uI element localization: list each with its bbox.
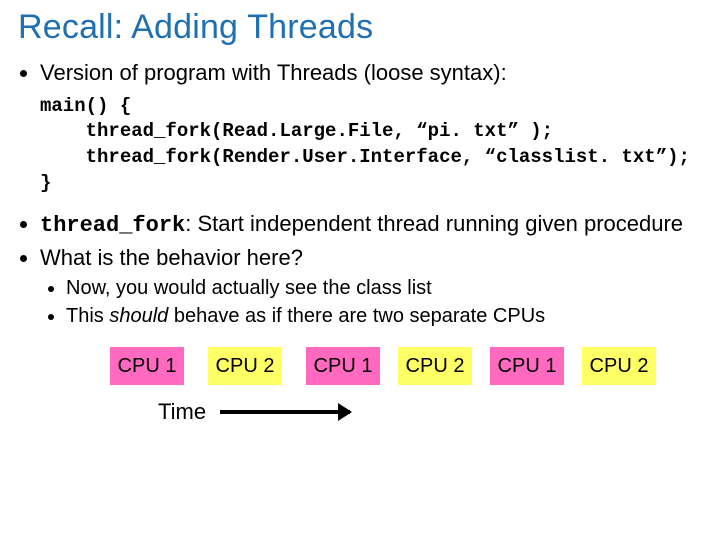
- code-line-1: main() {: [40, 95, 131, 117]
- cpu1-box: CPU 1: [110, 347, 184, 385]
- slide: Recall: Adding Threads Version of progra…: [0, 0, 720, 540]
- arrow-right-icon: [220, 410, 350, 414]
- bullet-list-mid: thread_fork: Start independent thread ru…: [18, 210, 702, 271]
- cpu2-box: CPU 2: [398, 347, 472, 385]
- code-line-3: thread_fork(Render.User.Interface, “clas…: [40, 146, 690, 168]
- code-block: main() { thread_fork(Read.Large.File, “p…: [40, 94, 702, 197]
- bullet-behavior-q: What is the behavior here?: [40, 244, 702, 272]
- cpu2-box: CPU 2: [208, 347, 282, 385]
- gap: [472, 347, 490, 385]
- threadfork-rest: : Start independent thread running given…: [185, 211, 683, 236]
- time-label: Time: [158, 399, 206, 425]
- sub-should-em: should: [109, 305, 168, 327]
- code-line-4: }: [40, 172, 51, 194]
- slide-title: Recall: Adding Threads: [18, 8, 702, 47]
- gap: [282, 347, 306, 385]
- bullet-version: Version of program with Threads (loose s…: [40, 59, 702, 88]
- gap: [184, 347, 208, 385]
- bullet-threadfork: thread_fork: Start independent thread ru…: [40, 210, 702, 240]
- cpu1-box: CPU 1: [306, 347, 380, 385]
- gap: [380, 347, 398, 385]
- bullet-list-top: Version of program with Threads (loose s…: [18, 59, 702, 88]
- bullet-list-sub: Now, you would actually see the class li…: [18, 275, 702, 329]
- cpu2-box: CPU 2: [582, 347, 656, 385]
- threadfork-mono: thread_fork: [40, 213, 185, 238]
- sub-should-a: This: [66, 305, 109, 327]
- sub-bullet-should: This should behave as if there are two s…: [66, 303, 702, 329]
- cpu-timeline: CPU 1 CPU 2 CPU 1 CPU 2 CPU 1 CPU 2: [110, 347, 702, 385]
- cpu1-box: CPU 1: [490, 347, 564, 385]
- time-axis: Time: [158, 399, 702, 425]
- sub-should-b: behave as if there are two separate CPUs: [168, 305, 545, 327]
- code-line-2: thread_fork(Read.Large.File, “pi. txt” )…: [40, 120, 553, 142]
- gap: [564, 347, 582, 385]
- sub-bullet-classlist: Now, you would actually see the class li…: [66, 275, 702, 301]
